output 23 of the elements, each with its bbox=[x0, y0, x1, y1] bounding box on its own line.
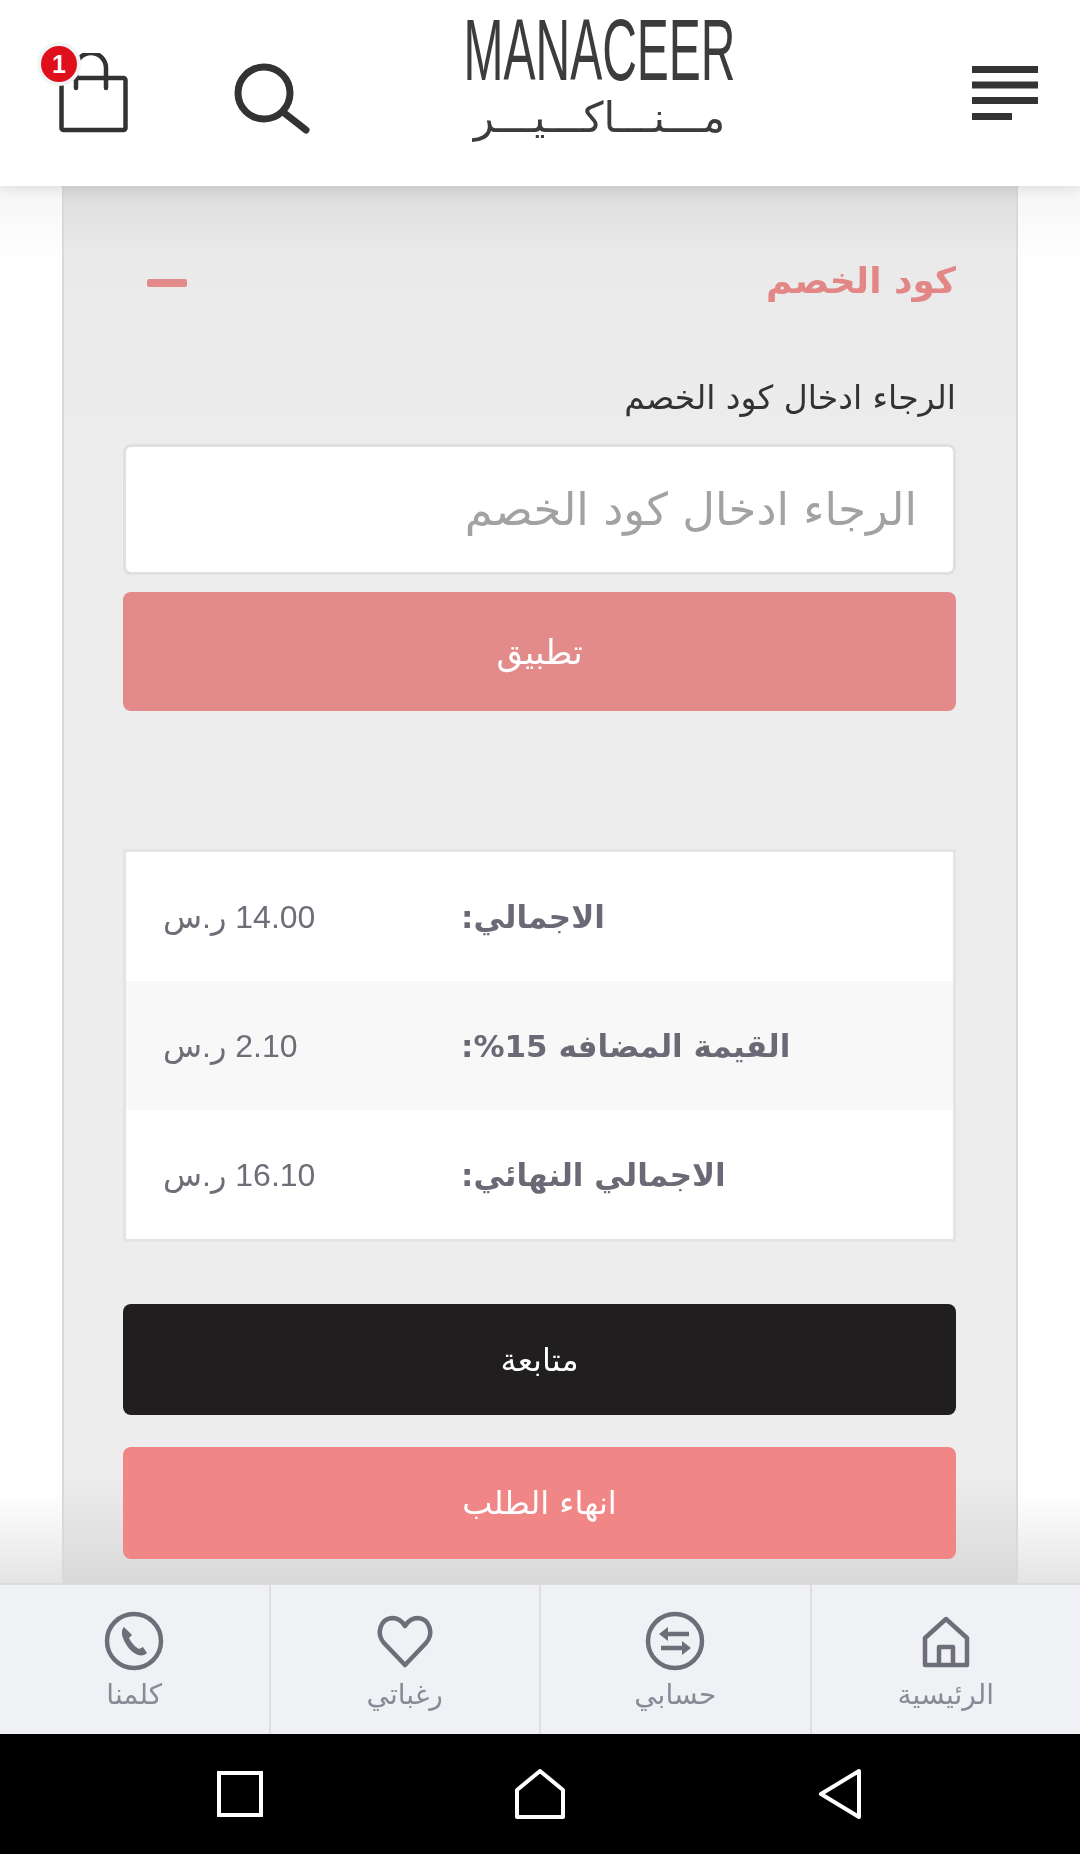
cart-count-badge: 1 bbox=[37, 42, 81, 86]
recent-apps-icon[interactable] bbox=[217, 1771, 263, 1817]
total-value: 16.10 ر.س bbox=[163, 1155, 316, 1194]
total-value: 14.00 ر.س bbox=[163, 897, 316, 936]
apply-button[interactable]: تطبيق bbox=[123, 592, 956, 711]
phone-icon bbox=[104, 1611, 165, 1671]
field-label: الرجاء ادخال كود الخصم bbox=[624, 377, 956, 419]
section-title[interactable]: كود الخصم bbox=[765, 256, 956, 306]
total-value: 2.10 ر.س bbox=[163, 1026, 298, 1065]
total-label: الاجمالي: bbox=[461, 898, 605, 935]
logo-arabic-text: مـــنـــاكـــيـــر bbox=[473, 92, 726, 144]
home-icon[interactable] bbox=[515, 1769, 565, 1819]
total-label: القيمة المضافه 15%: bbox=[461, 1027, 791, 1064]
finish-order-button[interactable]: انهاء الطلب bbox=[123, 1447, 956, 1559]
total-label: الاجمالي النهائي: bbox=[461, 1156, 726, 1193]
search-icon[interactable] bbox=[232, 62, 312, 134]
menu-icon[interactable] bbox=[972, 66, 1038, 120]
back-icon[interactable] bbox=[818, 1768, 862, 1820]
continue-button[interactable]: متابعة bbox=[123, 1304, 956, 1415]
logo-text: MANACEER bbox=[463, 16, 736, 86]
swap-arrows-icon bbox=[645, 1611, 706, 1671]
nav-link[interactable]: كلمنا bbox=[0, 1585, 269, 1734]
discount-code-field[interactable]: الرجاء ادخال كود الخصم bbox=[123, 444, 956, 575]
